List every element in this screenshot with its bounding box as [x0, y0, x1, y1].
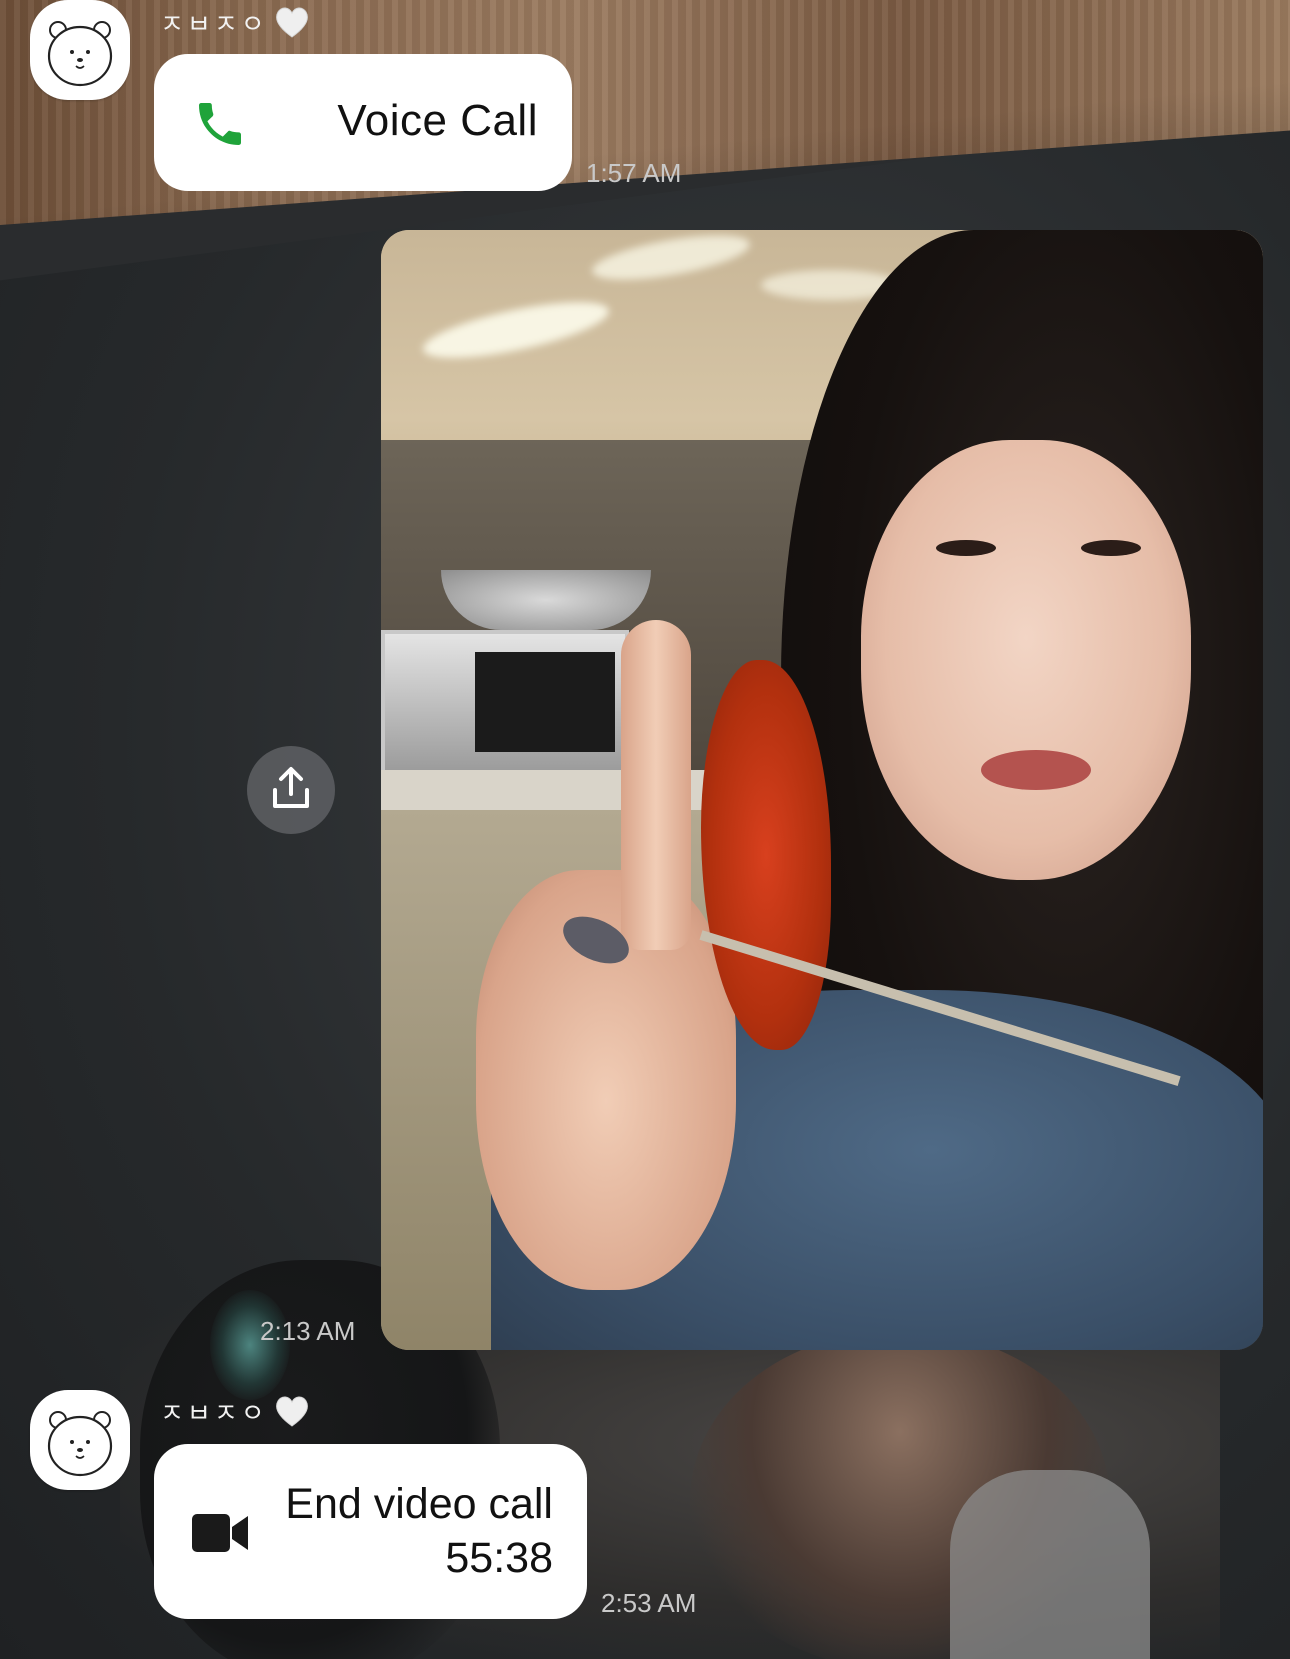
sender-label: ㅈㅂㅈㅇ [160, 1397, 268, 1428]
sender-name: ㅈㅂㅈㅇ [160, 2, 312, 42]
bear-icon [47, 21, 113, 87]
video-camera-icon [192, 1514, 248, 1552]
share-icon [273, 767, 309, 808]
voice-call-bubble[interactable]: Voice Call [154, 54, 572, 191]
photo-microwave [381, 630, 629, 778]
photo-bowl [441, 570, 651, 630]
message-time: 2:13 AM [260, 1316, 356, 1346]
sender-label: ㅈㅂㅈㅇ [160, 8, 268, 39]
photo-lips [981, 750, 1091, 790]
message-time: 2:53 AM [601, 1588, 697, 1618]
avatar[interactable] [30, 1390, 130, 1490]
video-call-bubble[interactable]: End video call 55:38 [154, 1444, 587, 1619]
heart-icon [275, 7, 308, 38]
sender-name: ㅈㅂㅈㅇ [160, 1391, 312, 1431]
share-button[interactable] [247, 746, 335, 834]
video-call-label: End video call [285, 1480, 553, 1528]
phone-icon [199, 103, 241, 145]
photo-microwave-door [475, 652, 615, 752]
bear-icon [47, 1411, 113, 1477]
video-call-duration: 55:38 [445, 1534, 553, 1582]
message-time: 1:57 AM [586, 158, 682, 188]
avatar[interactable] [30, 0, 130, 100]
voice-call-label: Voice Call [337, 96, 538, 145]
photo-eye [1081, 540, 1141, 556]
photo-finger [621, 620, 691, 950]
photo-message[interactable] [381, 230, 1263, 1350]
wallpaper-sleeve [950, 1470, 1150, 1659]
heart-icon [275, 1396, 308, 1427]
photo-face [861, 440, 1191, 880]
photo-eye [936, 540, 996, 556]
